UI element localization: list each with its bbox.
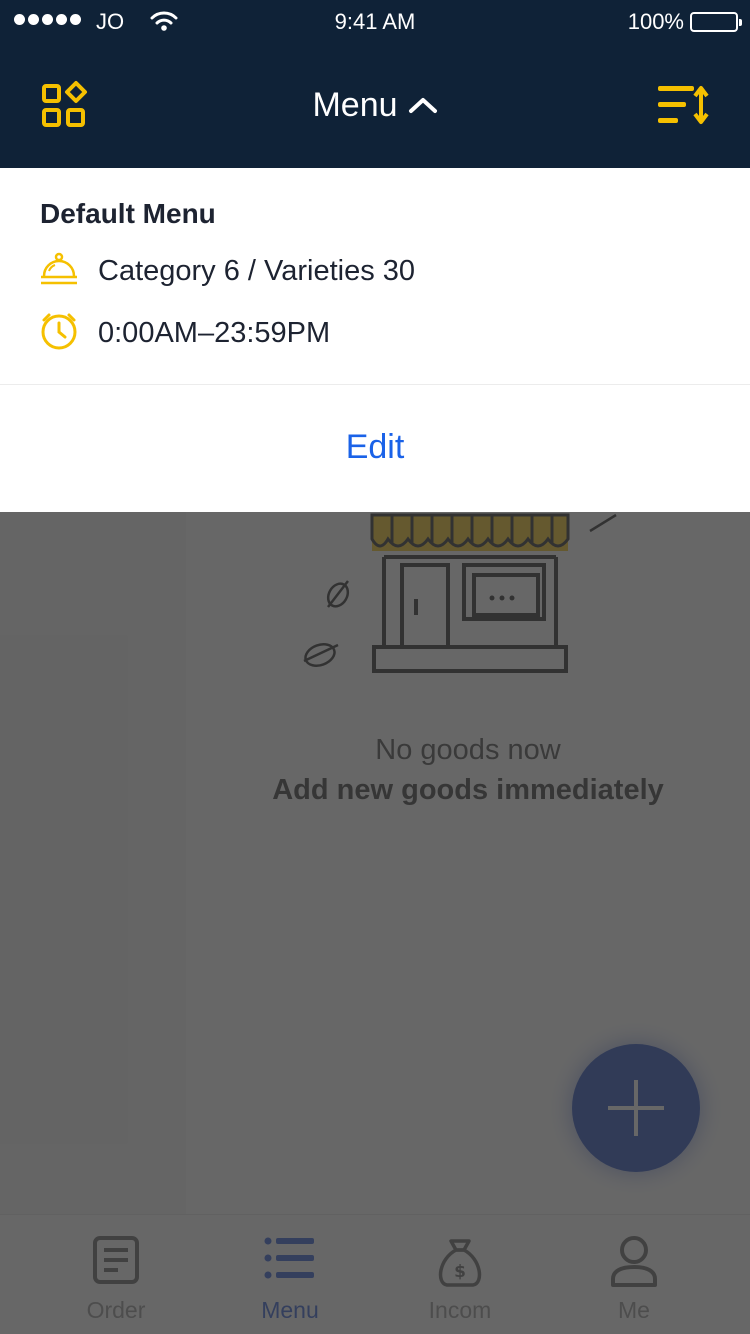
tab-me-label: Me [618,1297,650,1323]
clock-icon [40,312,78,355]
shop-storefront-icon [290,503,630,688]
chevron-up-icon [408,85,438,124]
service-bell-icon [40,252,78,291]
tab-order[interactable]: Order [22,1215,210,1334]
page-title: Menu [312,86,398,124]
empty-state-subtitle: Add new goods immediately [272,774,664,806]
order-document-icon [93,1236,139,1284]
menu-dropdown-panel: Default Menu Category 6 / Varieties 30 0… [0,168,750,512]
menu-list-icon [264,1237,314,1279]
empty-state-title: No goods now [375,734,561,766]
status-bar: JO 9:41 AM 100% [0,0,750,42]
edit-button[interactable]: Edit [0,428,750,467]
divider [0,384,750,385]
battery-icon [690,12,742,32]
battery-percent: 100% [627,9,684,34]
tab-income-label: Incom [428,1297,492,1323]
sort-list-icon[interactable] [656,82,712,128]
tab-income[interactable]: $ Incom [366,1215,554,1334]
menu-name: Default Menu [40,198,216,229]
category-count: Category 6 / Varieties 30 [98,255,416,287]
svg-text:$: $ [454,1262,466,1282]
tab-me[interactable]: Me [540,1215,728,1334]
category-row: Category 6 / Varieties 30 [40,252,415,291]
money-bag-icon: $ [438,1239,482,1287]
tab-menu[interactable]: Menu [196,1215,384,1334]
person-icon [611,1236,657,1287]
tab-menu-label: Menu [261,1297,319,1323]
add-goods-button[interactable] [572,1044,700,1172]
tab-order-label: Order [86,1297,146,1323]
menu-title-dropdown[interactable]: Menu [0,86,750,125]
opening-hours: 0:00AM–23:59PM [98,317,331,349]
tab-bar: Order Menu $ Incom Me [0,1214,750,1334]
top-bar: JO 9:41 AM 100% Menu [0,0,750,168]
hours-row: 0:00AM–23:59PM [40,312,330,355]
